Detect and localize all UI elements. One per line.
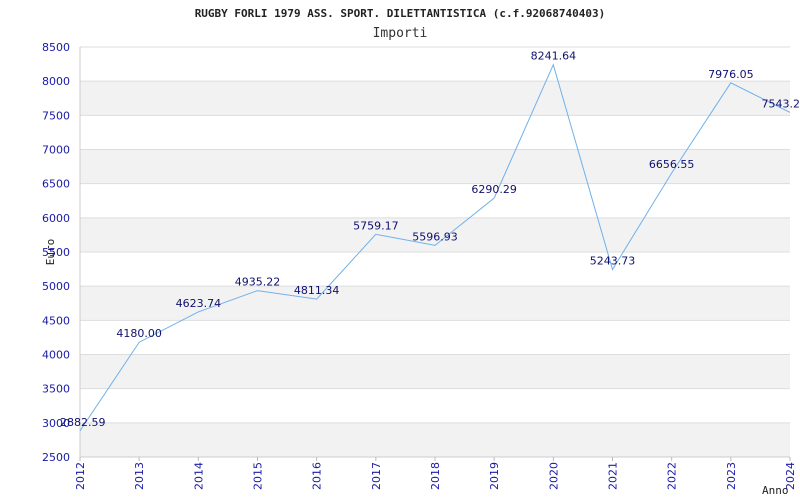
- y-tick-label: 2500: [42, 451, 70, 464]
- line-chart: 2500300035004000450050005500600065007000…: [42, 7, 800, 497]
- background-bands: [80, 81, 790, 457]
- x-tick-label: 2018: [429, 462, 442, 490]
- chart-subtitle: Importi: [373, 26, 428, 41]
- x-tick-label: 2014: [192, 462, 205, 490]
- data-label: 5596.93: [412, 230, 458, 243]
- y-axis-title: Euro: [44, 239, 57, 266]
- x-axis-ticks: 2012 2013 2014 2015 2016 2017 2018 2019 2020 2021…: [74, 457, 797, 490]
- data-label: 5759.17: [353, 219, 399, 232]
- x-tick-label: 2017: [370, 462, 383, 490]
- data-label: 6656.55: [649, 158, 695, 171]
- x-tick-label: 2023: [725, 462, 738, 490]
- y-tick-label: 3500: [42, 383, 70, 396]
- data-label: 4935.22: [235, 276, 281, 289]
- data-label: 5243.73: [590, 255, 636, 268]
- y-tick-label: 6000: [42, 212, 70, 225]
- data-label: 8241.64: [531, 50, 577, 63]
- data-label: 4811.34: [294, 284, 340, 297]
- data-label: 6290.29: [471, 183, 517, 196]
- x-tick-label: 2016: [311, 462, 324, 490]
- x-tick-label: 2019: [488, 462, 501, 490]
- grid-band: [80, 354, 790, 389]
- y-tick-label: 7000: [42, 144, 70, 157]
- y-tick-label: 7500: [42, 109, 70, 122]
- x-axis-title: Anno: [762, 484, 789, 497]
- grid-band: [80, 422, 790, 457]
- x-tick-label: 2013: [133, 462, 146, 490]
- data-label: 7543.2: [762, 97, 800, 110]
- x-tick-label: 2012: [74, 462, 87, 490]
- x-tick-label: 2015: [252, 462, 265, 490]
- y-tick-label: 4500: [42, 314, 70, 327]
- data-label: 4180.00: [116, 327, 162, 340]
- y-tick-label: 8000: [42, 75, 70, 88]
- data-label: 4623.74: [176, 297, 222, 310]
- grid-band: [80, 81, 790, 116]
- y-tick-label: 5000: [42, 280, 70, 293]
- y-tick-label: 4000: [42, 349, 70, 362]
- y-tick-label: 8500: [42, 41, 70, 54]
- y-tick-label: 6500: [42, 178, 70, 191]
- chart-title: RUGBY FORLI 1979 ASS. SPORT. DILETTANTIS…: [195, 7, 606, 20]
- x-tick-label: 2020: [547, 462, 560, 490]
- data-label: 7976.05: [708, 68, 754, 81]
- x-tick-label: 2021: [607, 462, 620, 490]
- data-label: 2882.59: [60, 416, 106, 429]
- x-tick-label: 2022: [666, 462, 679, 490]
